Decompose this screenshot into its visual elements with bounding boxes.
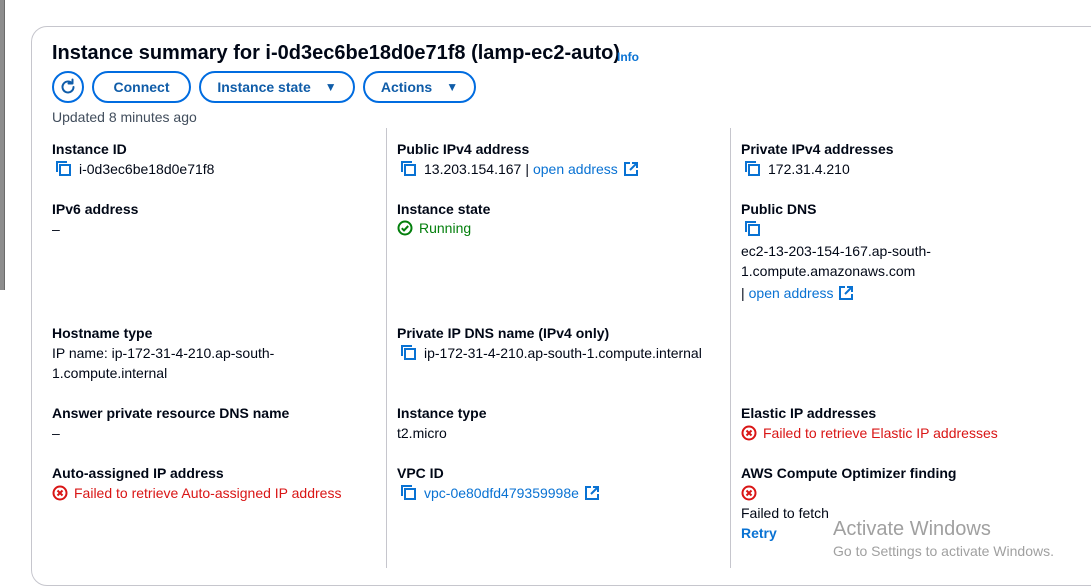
copy-icon[interactable] <box>400 160 418 178</box>
private-ip-dns-value: ip-172-31-4-210.ap-south-1.compute.inter… <box>400 344 702 362</box>
copy-icon[interactable] <box>400 484 418 502</box>
copy-icon[interactable] <box>744 220 762 238</box>
column-divider <box>386 128 387 568</box>
status-error-icon <box>52 485 68 501</box>
vpc-id-link[interactable]: vpc-0e80dfd479359998e <box>424 485 579 501</box>
status-error-icon <box>741 485 757 501</box>
window-scrollbar[interactable] <box>0 0 5 290</box>
elastic-ip-label: Elastic IP addresses <box>741 405 877 421</box>
status-success-icon <box>397 220 413 236</box>
updated-timestamp: Updated 8 minutes ago <box>52 109 197 125</box>
private-ipv4-label: Private IPv4 addresses <box>741 141 894 157</box>
ipv6-label: IPv6 address <box>52 201 139 217</box>
separator: | <box>741 285 745 301</box>
external-link-icon[interactable] <box>584 486 599 500</box>
public-ipv4-text: 13.203.154.167 <box>424 161 522 177</box>
open-address-link[interactable]: open address <box>749 285 834 301</box>
actions-button[interactable]: Actions ▼ <box>363 71 476 103</box>
instance-id-value: i-0d3ec6be18d0e71f8 <box>55 160 214 178</box>
public-dns-copy <box>744 220 762 241</box>
activate-windows-watermark: Activate Windows <box>833 518 991 540</box>
elastic-ip-value: Failed to retrieve Elastic IP addresses <box>741 425 998 441</box>
public-dns-label: Public DNS <box>741 201 817 217</box>
answer-private-dns-value: – <box>52 425 60 441</box>
copy-icon[interactable] <box>400 344 418 362</box>
instance-state-button[interactable]: Instance state ▼ <box>199 71 355 103</box>
separator: | <box>525 161 529 177</box>
retry-link[interactable]: Retry <box>741 525 777 541</box>
hostname-type-value-line2: 1.compute.internal <box>52 365 168 381</box>
instance-type-value: t2.micro <box>397 425 447 441</box>
column-divider <box>730 128 731 568</box>
compute-optimizer-label: AWS Compute Optimizer finding <box>741 465 957 481</box>
caret-down-icon: ▼ <box>324 80 337 94</box>
connect-button-label: Connect <box>113 79 170 95</box>
instance-state-button-label: Instance state <box>217 79 311 95</box>
instance-state-text: Running <box>419 220 472 236</box>
private-ipv4-value: 172.31.4.210 <box>744 160 850 178</box>
vpc-id-value: vpc-0e80dfd479359998e <box>400 484 599 502</box>
ipv6-value: – <box>52 221 60 237</box>
refresh-icon <box>61 78 75 94</box>
open-address-link[interactable]: open address <box>533 161 618 177</box>
auto-assigned-ip-error-text: Failed to retrieve Auto-assigned IP addr… <box>74 485 342 501</box>
instance-id-label: Instance ID <box>52 141 127 157</box>
public-dns-value-line2: 1.compute.amazonaws.com <box>741 263 916 279</box>
caret-down-icon: ▼ <box>446 80 459 94</box>
hostname-type-label: Hostname type <box>52 325 153 341</box>
instance-type-label: Instance type <box>397 405 487 421</box>
instance-id-text: i-0d3ec6be18d0e71f8 <box>79 161 215 177</box>
info-link[interactable]: Info <box>617 50 639 64</box>
public-dns-open-address: | open address <box>741 285 854 301</box>
instance-state-label: Instance state <box>397 201 491 217</box>
elastic-ip-error-text: Failed to retrieve Elastic IP addresses <box>763 425 998 441</box>
auto-assigned-ip-value: Failed to retrieve Auto-assigned IP addr… <box>52 485 341 501</box>
instance-state-value: Running <box>397 220 471 236</box>
auto-assigned-ip-label: Auto-assigned IP address <box>52 465 224 481</box>
actions-button-label: Actions <box>380 79 433 95</box>
connect-button[interactable]: Connect <box>92 71 191 103</box>
compute-optimizer-value: Failed to fetch <box>741 505 829 521</box>
public-ipv4-value: 13.203.154.167 | open address <box>400 160 638 178</box>
external-link-icon[interactable] <box>839 286 854 300</box>
answer-private-dns-label: Answer private resource DNS name <box>52 405 290 421</box>
page-title: Instance summary for i-0d3ec6be18d0e71f8… <box>52 42 620 64</box>
private-ipv4-text: 172.31.4.210 <box>768 161 850 177</box>
compute-optimizer-error <box>741 485 757 504</box>
copy-icon[interactable] <box>55 160 73 178</box>
public-dns-value-line1: ec2-13-203-154-167.ap-south- <box>741 243 931 259</box>
public-ipv4-label: Public IPv4 address <box>397 141 530 157</box>
private-ip-dns-label: Private IP DNS name (IPv4 only) <box>397 325 610 341</box>
activate-windows-subtext: Go to Settings to activate Windows. <box>833 543 1054 559</box>
external-link-icon[interactable] <box>623 162 638 176</box>
status-error-icon <box>741 425 757 441</box>
copy-icon[interactable] <box>744 160 762 178</box>
private-ip-dns-text: ip-172-31-4-210.ap-south-1.compute.inter… <box>424 345 702 361</box>
refresh-button[interactable] <box>52 71 84 103</box>
vpc-id-label: VPC ID <box>397 465 444 481</box>
hostname-type-value-line1: IP name: ip-172-31-4-210.ap-south- <box>52 345 275 361</box>
